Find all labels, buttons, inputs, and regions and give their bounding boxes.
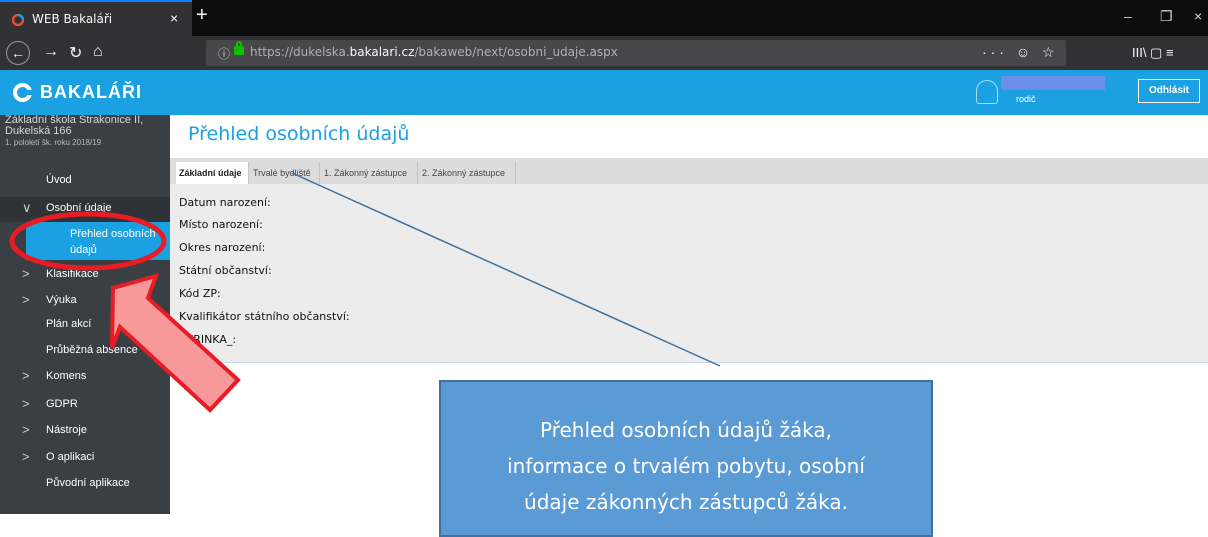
page-actions-icons[interactable]: ··· ☺ ☆ xyxy=(982,44,1059,61)
tab-trvale-bydliste[interactable]: Trvalé bydliště xyxy=(250,162,320,184)
info-icon[interactable]: ⓘ xyxy=(218,45,230,62)
url-text[interactable]: https://dukelska.bakalari.cz/bakaweb/nex… xyxy=(250,45,618,59)
page-title: Přehled osobních údajů xyxy=(188,123,410,145)
logout-button[interactable]: Odhlásit xyxy=(1138,79,1200,103)
field-kvalifikator: Kvalifikátor státního občanství: xyxy=(179,310,350,323)
tab-zakonny-zastupce-1[interactable]: 1. Zákonný zástupce xyxy=(321,162,418,184)
chevron-right-icon: > xyxy=(22,292,30,307)
sidebar-item-klasifikace[interactable]: > Klasifikace xyxy=(0,263,170,288)
forward-arrow-icon[interactable]: → xyxy=(43,43,59,61)
field-skrinka: SKRINKA_: xyxy=(179,333,237,346)
logo-text: BAKALÁŘI xyxy=(40,82,142,102)
detail-tabs: Základní údaje Trvalé bydliště 1. Zákonn… xyxy=(170,158,1208,184)
user-name-redacted xyxy=(1001,76,1105,90)
chevron-right-icon: > xyxy=(22,422,30,437)
field-statni-obcanstvi: Státní občanství: xyxy=(179,264,272,277)
callout-line: Přehled osobních údajů žáka, xyxy=(539,418,833,442)
sidebar-item-label: Nástroje xyxy=(46,424,87,436)
chevron-right-icon: > xyxy=(22,449,30,464)
sidebar-item-komens[interactable]: > Komens xyxy=(0,365,170,390)
sidebar-item-label: Plán akcí xyxy=(46,318,92,330)
bakalari-favicon-icon xyxy=(12,14,24,26)
sidebar-item-uvod[interactable]: Úvod xyxy=(0,169,170,194)
tab-title: WEB Bakaláři xyxy=(32,12,113,26)
url-bar[interactable]: ⓘ https://dukelska.bakalari.cz/bakaweb/n… xyxy=(206,40,1066,66)
window-close-button[interactable]: × xyxy=(1194,8,1202,24)
url-path: /bakaweb/next/osobni_udaje.aspx xyxy=(414,45,618,59)
chevron-down-icon: ∨ xyxy=(22,200,32,215)
new-tab-button[interactable]: + xyxy=(196,4,208,27)
sidebar-item-label: Přehled osobních údajů xyxy=(70,228,156,256)
lock-icon xyxy=(234,41,244,55)
sidebar-item-label: GDPR xyxy=(46,398,78,410)
back-arrow-icon[interactable]: ← xyxy=(6,41,30,65)
school-term: 1. pololetí šk. roku 2018/19 xyxy=(5,138,102,147)
sidebar-item-label: Výuka xyxy=(46,294,77,306)
sidebar-item-label: Osobní údaje xyxy=(46,202,112,214)
library-sidebar-icons[interactable]: III\ ▢ ≡ xyxy=(1132,45,1174,61)
field-kod-zp: Kód ZP: xyxy=(179,287,221,300)
sidebar-item-label: Průběžná absence xyxy=(46,344,138,356)
browser-tab[interactable]: WEB Bakaláři × xyxy=(0,0,192,36)
reload-icon[interactable]: ↻ xyxy=(69,43,82,63)
sidebar-item-nastroje[interactable]: > Nástroje xyxy=(0,419,170,444)
sidebar-item-gdpr[interactable]: > GDPR xyxy=(0,393,170,418)
navigation-toolbar: ← → ↻ ⌂ ⓘ https://dukelska.bakalari.cz/b… xyxy=(0,36,1208,70)
sidebar-item-label: O aplikaci xyxy=(46,451,95,463)
tab-strip: WEB Bakaláři × + – ❐ × xyxy=(0,0,1208,36)
annotation-callout: Přehled osobních údajů žáka, informace o… xyxy=(439,380,933,537)
url-domain: bakalari.cz xyxy=(349,45,415,59)
tab-zakladni-udaje[interactable]: Základní údaje xyxy=(176,162,249,184)
callout-line: informace o trvalém pobytu, osobní xyxy=(507,454,865,478)
sidebar-item-vyuka[interactable]: > Výuka xyxy=(0,289,170,314)
app-header: BAKALÁŘI rodič Odhlásit xyxy=(0,70,1208,115)
chevron-right-icon: > xyxy=(22,368,30,383)
sidebar-item-prehled-osobnich-udaju[interactable]: Přehled osobních údajů xyxy=(26,222,170,260)
sidebar-item-osobni-udaje[interactable]: ∨ Osobní údaje xyxy=(0,197,170,222)
sidebar-item-puvodni-aplikace[interactable]: Původní aplikace xyxy=(0,472,170,497)
sidebar-item-o-aplikaci[interactable]: > O aplikaci xyxy=(0,446,170,471)
field-datum-narozeni: Datum narození: xyxy=(179,196,271,209)
field-okres-narozeni: Okres narození: xyxy=(179,241,266,254)
personal-data-panel: Datum narození: Místo narození: Okres na… xyxy=(170,184,1208,363)
sidebar-item-label: Komens xyxy=(46,370,87,382)
user-role: rodič xyxy=(1016,94,1036,104)
sidebar-item-plan-akci[interactable]: Plán akcí xyxy=(0,313,170,338)
callout-line: údaje zákonných zástupců žáka. xyxy=(524,490,848,514)
user-avatar-icon xyxy=(976,80,998,104)
chevron-right-icon: > xyxy=(22,396,30,411)
chevron-right-icon: > xyxy=(22,266,30,281)
tab-close-icon[interactable]: × xyxy=(170,10,178,26)
sidebar-item-label: Úvod xyxy=(46,174,72,186)
tab-zakonny-zastupce-2[interactable]: 2. Zákonný zástupce xyxy=(419,162,516,184)
field-misto-narozeni: Místo narození: xyxy=(179,218,263,231)
school-address: Dukelská 166 xyxy=(5,125,72,137)
bakalari-logo-icon xyxy=(13,83,32,102)
school-info: Základní škola Strakonice II, Dukelská 1… xyxy=(5,115,170,175)
restore-button[interactable]: ❐ xyxy=(1160,8,1173,25)
sidebar-item-label: Klasifikace xyxy=(46,268,99,280)
home-icon[interactable]: ⌂ xyxy=(93,43,103,61)
sidebar-item-prubezna-absence[interactable]: Průběžná absence xyxy=(0,339,170,364)
sidebar-item-label: Původní aplikace xyxy=(46,477,130,489)
sidebar: Základní škola Strakonice II, Dukelská 1… xyxy=(0,115,170,514)
callout-text: Přehled osobních údajů žáka, informace o… xyxy=(441,412,931,520)
minimize-button[interactable]: – xyxy=(1124,8,1132,24)
